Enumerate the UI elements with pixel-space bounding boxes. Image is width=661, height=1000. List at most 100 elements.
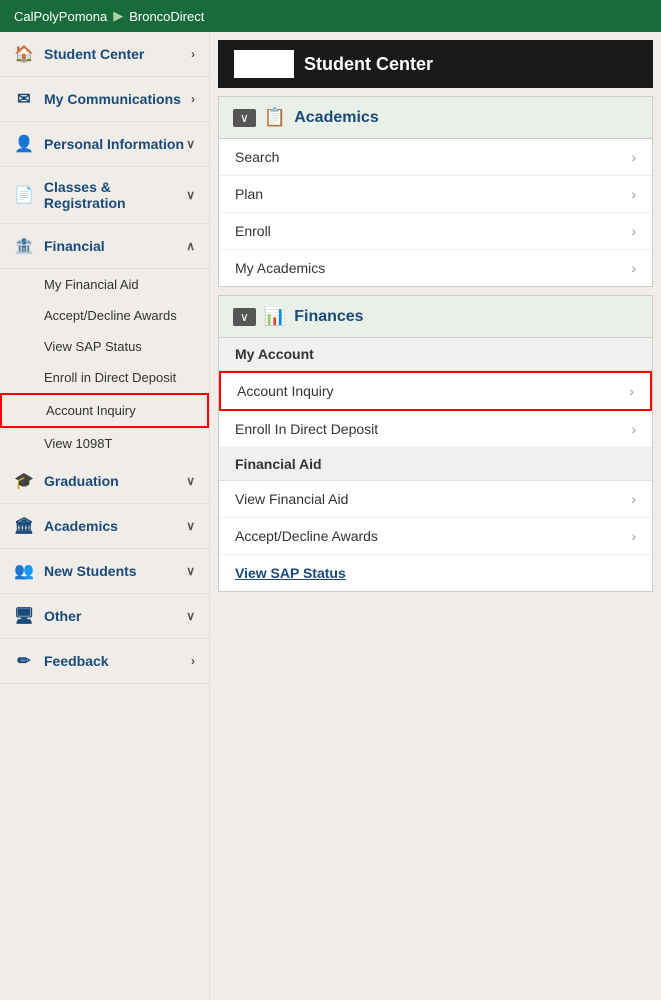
sidebar-item-left: 🏦 Financial	[14, 236, 105, 256]
personal-information-icon: 👤	[14, 134, 34, 154]
sidebar-item-left: 👥 New Students	[14, 561, 137, 581]
finances-title: Finances	[294, 308, 363, 326]
finance-item-enroll-direct-deposit[interactable]: Enroll In Direct Deposit ›	[219, 411, 652, 448]
sidebar-label-my-communications: My Communications	[44, 91, 181, 107]
academics-item-arrow-search: ›	[631, 149, 636, 165]
sidebar-item-left: 📄 Classes & Registration	[14, 179, 186, 211]
sidebar-item-my-communications[interactable]: ✉ My Communications ›	[0, 77, 209, 122]
sidebar-label-classes-registration: Classes & Registration	[44, 179, 186, 211]
sidebar-item-graduation[interactable]: 🎓 Graduation ∨	[0, 459, 209, 504]
finances-section: ∨ 📊 Finances My Account Account Inquiry …	[218, 295, 653, 592]
sidebar-label-financial: Financial	[44, 238, 105, 254]
sidebar-item-classes-registration[interactable]: 📄 Classes & Registration ∨	[0, 167, 209, 224]
sidebar-label-personal-information: Personal Information	[44, 136, 184, 152]
academics-item-label-my-academics: My Academics	[235, 260, 325, 276]
finance-item-label-account-inquiry: Account Inquiry	[237, 383, 334, 399]
academics-item-search[interactable]: Search ›	[219, 139, 652, 176]
sidebar-label-academics: Academics	[44, 518, 118, 534]
finance-item-accept-decline-awards[interactable]: Accept/Decline Awards ›	[219, 518, 652, 555]
finance-group-header-my-account: My Account	[219, 338, 652, 371]
academics-item-label-plan: Plan	[235, 186, 263, 202]
student-center-chevron: ›	[191, 47, 195, 61]
sidebar-item-left: 🏠 Student Center	[14, 44, 144, 64]
sidebar-item-left: ✉ My Communications	[14, 89, 181, 109]
finance-item-arrow-enroll-direct-deposit: ›	[631, 421, 636, 437]
sidebar-item-left: 👤 Personal Information	[14, 134, 184, 154]
academics-collapse-btn[interactable]: ∨	[233, 109, 256, 127]
sidebar-submenu-view-sap-status[interactable]: View SAP Status	[0, 331, 209, 362]
academics-section: ∨ 📋 Academics Search › Plan › Enroll › M…	[218, 96, 653, 287]
academics-item-label-enroll: Enroll	[235, 223, 271, 239]
graduation-chevron: ∨	[186, 474, 195, 488]
sidebar-item-new-students[interactable]: 👥 New Students ∨	[0, 549, 209, 594]
sidebar-item-financial[interactable]: 🏦 Financial ∧	[0, 224, 209, 269]
academics-item-plan[interactable]: Plan ›	[219, 176, 652, 213]
academics-title: Academics	[294, 109, 379, 127]
student-center-header: Student Center	[218, 40, 653, 88]
academics-icon: 📋	[264, 107, 286, 128]
finance-item-arrow-view-financial-aid: ›	[631, 491, 636, 507]
sidebar-item-academics[interactable]: 🏛 Academics ∨	[0, 504, 209, 549]
sidebar-label-other: Other	[44, 608, 81, 624]
finance-item-label-enroll-direct-deposit: Enroll In Direct Deposit	[235, 421, 378, 437]
finance-group-header-financial-aid: Financial Aid	[219, 448, 652, 481]
sidebar-submenu-my-financial-aid[interactable]: My Financial Aid	[0, 269, 209, 300]
sidebar-item-left: 🖥 Other	[14, 606, 81, 626]
feedback-chevron: ›	[191, 654, 195, 668]
academics-item-arrow-plan: ›	[631, 186, 636, 202]
sidebar-label-feedback: Feedback	[44, 653, 109, 669]
brand-label: CalPolyPomona	[14, 9, 107, 24]
finances-section-header: ∨ 📊 Finances	[219, 296, 652, 338]
sidebar-submenu-enroll-direct-deposit[interactable]: Enroll in Direct Deposit	[0, 362, 209, 393]
student-center-title: Student Center	[304, 54, 433, 75]
academics-section-header: ∨ 📋 Academics	[219, 97, 652, 139]
academics-item-label-search: Search	[235, 149, 279, 165]
portal-label: BroncoDirect	[129, 9, 204, 24]
sidebar-label-new-students: New Students	[44, 563, 137, 579]
sidebar-item-other[interactable]: 🖥 Other ∨	[0, 594, 209, 639]
student-center-icon: 🏠	[14, 44, 34, 64]
finances-icon: 📊	[264, 306, 286, 327]
sidebar-item-left: ✏ Feedback	[14, 651, 109, 671]
classes-registration-icon: 📄	[14, 185, 34, 205]
submenu-financial: My Financial AidAccept/Decline AwardsVie…	[0, 269, 209, 459]
sidebar-item-personal-information[interactable]: 👤 Personal Information ∨	[0, 122, 209, 167]
content-area: Student Center ∨ 📋 Academics Search › Pl…	[210, 32, 661, 1000]
finances-list: My Account Account Inquiry › Enroll In D…	[219, 338, 652, 591]
my-communications-chevron: ›	[191, 92, 195, 106]
top-header: CalPolyPomona ▶ BroncoDirect	[0, 0, 661, 32]
sidebar-item-student-center[interactable]: 🏠 Student Center ›	[0, 32, 209, 77]
sidebar-submenu-account-inquiry[interactable]: Account Inquiry	[0, 393, 209, 428]
sidebar-item-left: 🎓 Graduation	[14, 471, 119, 491]
other-chevron: ∨	[186, 609, 195, 623]
sidebar-item-left: 🏛 Academics	[14, 516, 118, 536]
finance-item-arrow-account-inquiry: ›	[629, 383, 634, 399]
my-communications-icon: ✉	[14, 89, 34, 109]
finances-collapse-btn[interactable]: ∨	[233, 308, 256, 326]
new-students-icon: 👥	[14, 561, 34, 581]
financial-chevron: ∧	[186, 239, 195, 253]
classes-registration-chevron: ∨	[186, 188, 195, 202]
other-icon: 🖥	[14, 606, 34, 626]
sidebar-submenu-accept-decline-awards[interactable]: Accept/Decline Awards	[0, 300, 209, 331]
avatar-box	[234, 50, 294, 78]
academics-item-arrow-enroll: ›	[631, 223, 636, 239]
graduation-icon: 🎓	[14, 471, 34, 491]
academics-icon: 🏛	[14, 516, 34, 536]
view-sap-status-link[interactable]: View SAP Status	[219, 555, 652, 591]
finance-item-arrow-accept-decline-awards: ›	[631, 528, 636, 544]
finance-item-view-financial-aid[interactable]: View Financial Aid ›	[219, 481, 652, 518]
financial-icon: 🏦	[14, 236, 34, 256]
sidebar-label-graduation: Graduation	[44, 473, 119, 489]
finance-item-account-inquiry[interactable]: Account Inquiry ›	[219, 371, 652, 411]
sidebar-item-feedback[interactable]: ✏ Feedback ›	[0, 639, 209, 684]
academics-list: Search › Plan › Enroll › My Academics ›	[219, 139, 652, 286]
academics-item-my-academics[interactable]: My Academics ›	[219, 250, 652, 286]
academics-item-enroll[interactable]: Enroll ›	[219, 213, 652, 250]
sidebar-label-student-center: Student Center	[44, 46, 144, 62]
finance-item-label-accept-decline-awards: Accept/Decline Awards	[235, 528, 378, 544]
breadcrumb-separator: ▶	[113, 8, 123, 24]
sidebar-submenu-view-1098t[interactable]: View 1098T	[0, 428, 209, 459]
academics-item-arrow-my-academics: ›	[631, 260, 636, 276]
personal-information-chevron: ∨	[186, 137, 195, 151]
